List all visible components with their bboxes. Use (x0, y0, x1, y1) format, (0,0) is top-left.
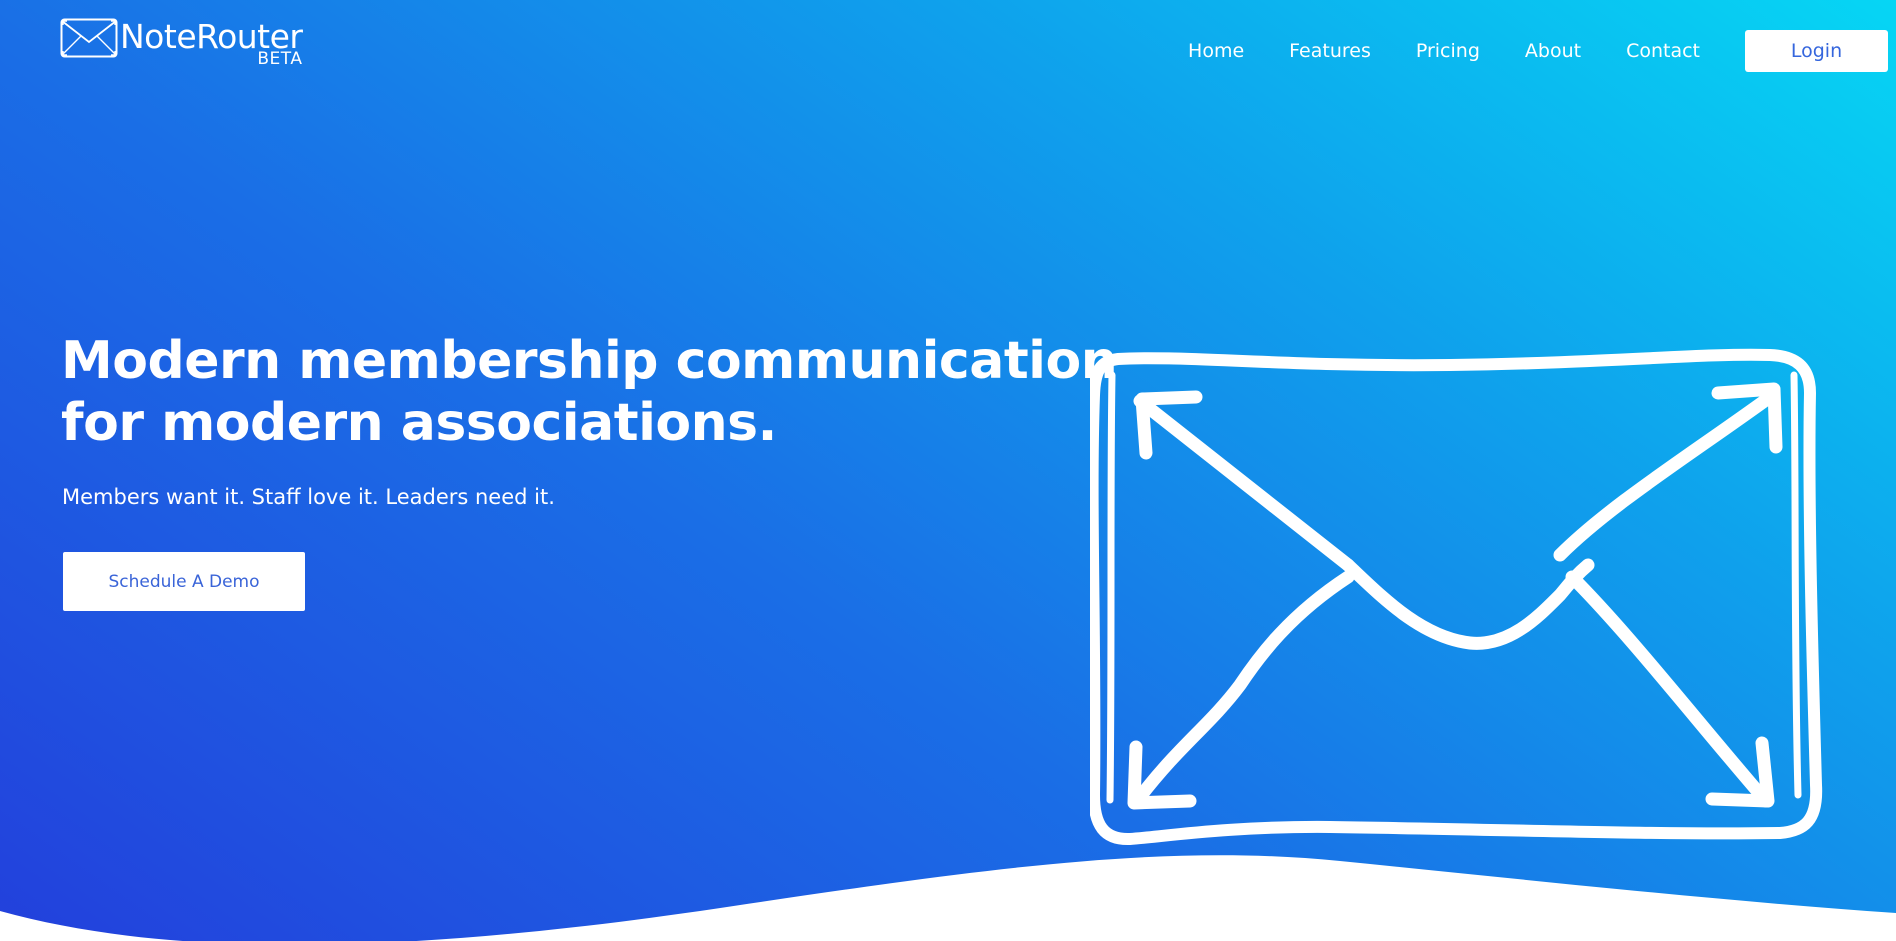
bottom-wave (0, 855, 1896, 941)
hero-section: NoteRouter BETA Home Features Pricing Ab… (0, 0, 1896, 941)
envelope-arrows-icon (1090, 348, 1823, 845)
hero-headline: Modern membership communication for mode… (61, 330, 1161, 454)
hero-headline-line1: Modern membership communication (61, 331, 1118, 391)
logo[interactable]: NoteRouter BETA (60, 17, 303, 72)
beta-badge: BETA (257, 49, 303, 69)
main-nav: Home Features Pricing About Contact Logi… (1188, 30, 1896, 72)
hero-headline-line2: for modern associations. (61, 393, 777, 453)
schedule-demo-button[interactable]: Schedule A Demo (63, 552, 305, 611)
nav-home[interactable]: Home (1188, 30, 1244, 72)
envelope-icon (60, 18, 118, 58)
nav-pricing[interactable]: Pricing (1416, 30, 1480, 72)
nav-features[interactable]: Features (1289, 30, 1371, 72)
login-button[interactable]: Login (1745, 30, 1888, 72)
hero-subheadline: Members want it. Staff love it. Leaders … (62, 485, 555, 509)
logo-text: NoteRouter BETA (120, 17, 303, 69)
nav-contact[interactable]: Contact (1626, 30, 1700, 72)
nav-about[interactable]: About (1525, 30, 1581, 72)
